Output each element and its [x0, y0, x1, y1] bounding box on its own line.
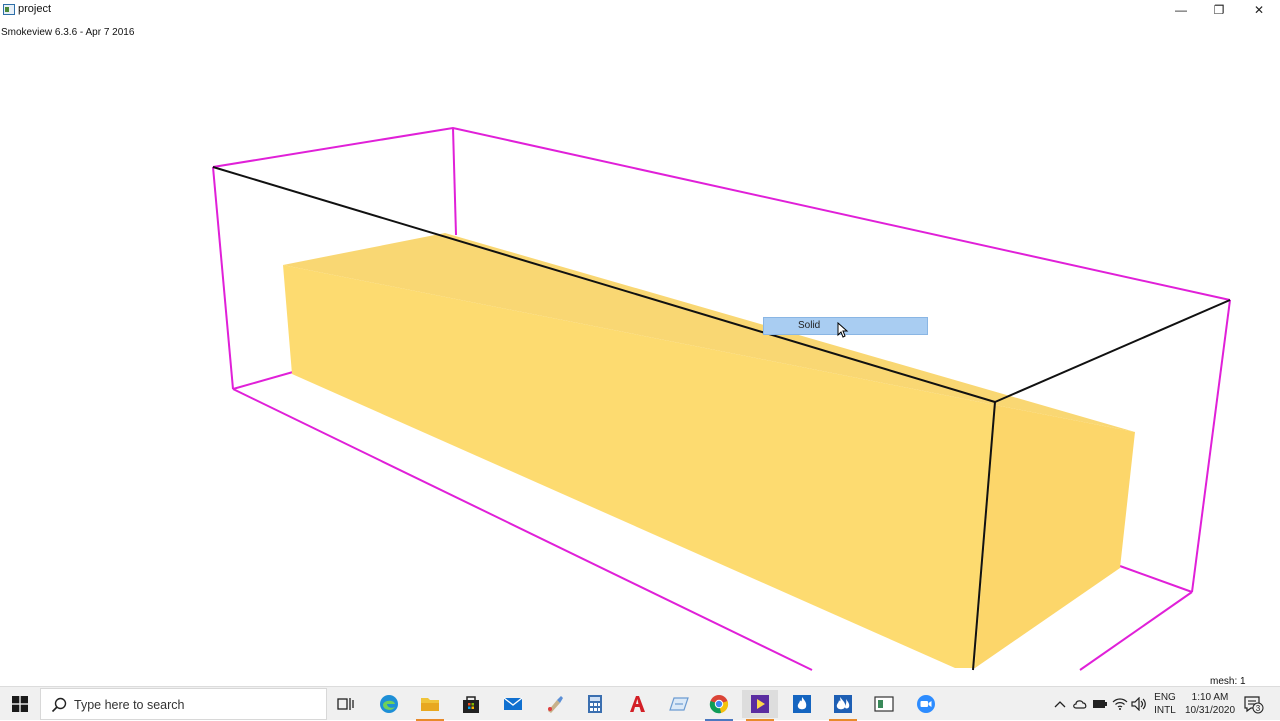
chrome-button[interactable]: [701, 690, 737, 721]
calculator-button[interactable]: [577, 690, 613, 718]
search-icon: [51, 697, 67, 713]
tooltip-text: Solid: [798, 320, 821, 331]
autocad-icon: [630, 696, 645, 712]
maximize-button[interactable]: ❐: [1200, 0, 1238, 20]
edge-button[interactable]: [371, 690, 407, 718]
taskbar: Type here to search ENG INTL 1:10 AM 10/…: [0, 686, 1280, 721]
task-view-button[interactable]: [328, 690, 364, 718]
solid-block-side[interactable]: [975, 405, 1135, 668]
clock-time: 1:10 AM: [1191, 692, 1229, 703]
autocad-button[interactable]: [619, 690, 655, 718]
file-explorer-icon: [421, 698, 439, 711]
app-icon: [3, 4, 15, 15]
file-explorer-button[interactable]: [412, 690, 448, 721]
chevron-up-icon: [1054, 701, 1066, 708]
zoom-icon: [917, 695, 935, 713]
zoom-button[interactable]: [908, 690, 944, 718]
paint-icon: [548, 696, 563, 713]
title-bar: project — ❐ ✕: [0, 0, 1280, 20]
domain-outline-left-vertical: [212, 166, 234, 390]
volume-button[interactable]: [1131, 696, 1147, 712]
domain-outline-back-left: [452, 127, 457, 236]
keyboard-layout: INTL: [1154, 705, 1176, 716]
smokeview-button[interactable]: [825, 690, 861, 721]
language-code: ENG: [1154, 692, 1176, 703]
chrome-icon: [709, 695, 729, 714]
window-app-icon: [874, 696, 894, 712]
smokeview-window: project — ❐ ✕ Smokeview 6.3.6 - Apr 7 20…: [0, 0, 1280, 687]
snip-button[interactable]: [661, 690, 697, 718]
notification-icon: 3: [1244, 696, 1264, 714]
smokeview-icon: [834, 695, 852, 713]
3d-viewport[interactable]: [0, 20, 1280, 686]
clock-date: 10/31/2020: [1184, 705, 1236, 716]
task-view-icon: [337, 698, 354, 710]
version-label: Smokeview 6.3.6 - Apr 7 2016: [1, 27, 135, 38]
battery-icon: [1093, 700, 1107, 708]
store-icon: [463, 696, 479, 713]
input-language-indicator[interactable]: ENG INTL: [1148, 691, 1182, 717]
mail-button[interactable]: [495, 690, 531, 718]
wifi-button[interactable]: [1112, 696, 1128, 712]
paint-button[interactable]: [537, 690, 573, 718]
minimize-button[interactable]: —: [1162, 0, 1200, 20]
window-title: project: [18, 3, 52, 15]
notification-count: 3: [1256, 704, 1261, 713]
wifi-icon: [1112, 698, 1128, 710]
search-placeholder: Type here to search: [74, 698, 185, 712]
domain-outline-bottom-right: [1119, 565, 1193, 593]
close-button[interactable]: ✕: [1240, 0, 1278, 20]
onedrive-button[interactable]: [1072, 696, 1088, 712]
domain-outline-right-vertical: [1191, 299, 1231, 593]
mouse-pointer-icon: [837, 322, 849, 338]
store-button[interactable]: [453, 690, 489, 718]
clock[interactable]: 1:10 AM 10/31/2020: [1182, 691, 1238, 717]
edge-icon: [380, 695, 398, 713]
pyrosim-button[interactable]: [784, 690, 820, 718]
battery-button[interactable]: [1092, 696, 1108, 712]
show-hidden-icons-button[interactable]: [1052, 696, 1068, 712]
speaker-icon: [1131, 697, 1146, 711]
window-app-button[interactable]: [866, 690, 902, 718]
domain-outline-bottom-right-front: [1079, 591, 1193, 671]
pyrosim-icon: [793, 695, 811, 713]
search-input[interactable]: Type here to search: [40, 688, 327, 720]
cloud-icon: [1073, 700, 1087, 709]
mail-icon: [503, 697, 523, 710]
calculator-icon: [588, 695, 602, 713]
windows-logo-icon: [12, 696, 28, 712]
media-player-button[interactable]: [742, 690, 778, 721]
snip-icon: [669, 697, 689, 711]
start-button[interactable]: [0, 687, 40, 721]
domain-outline-bottom-left: [232, 369, 301, 390]
action-center-button[interactable]: 3: [1242, 694, 1264, 714]
domain-edge-top-right: [994, 299, 1231, 403]
media-player-icon: [751, 695, 769, 713]
